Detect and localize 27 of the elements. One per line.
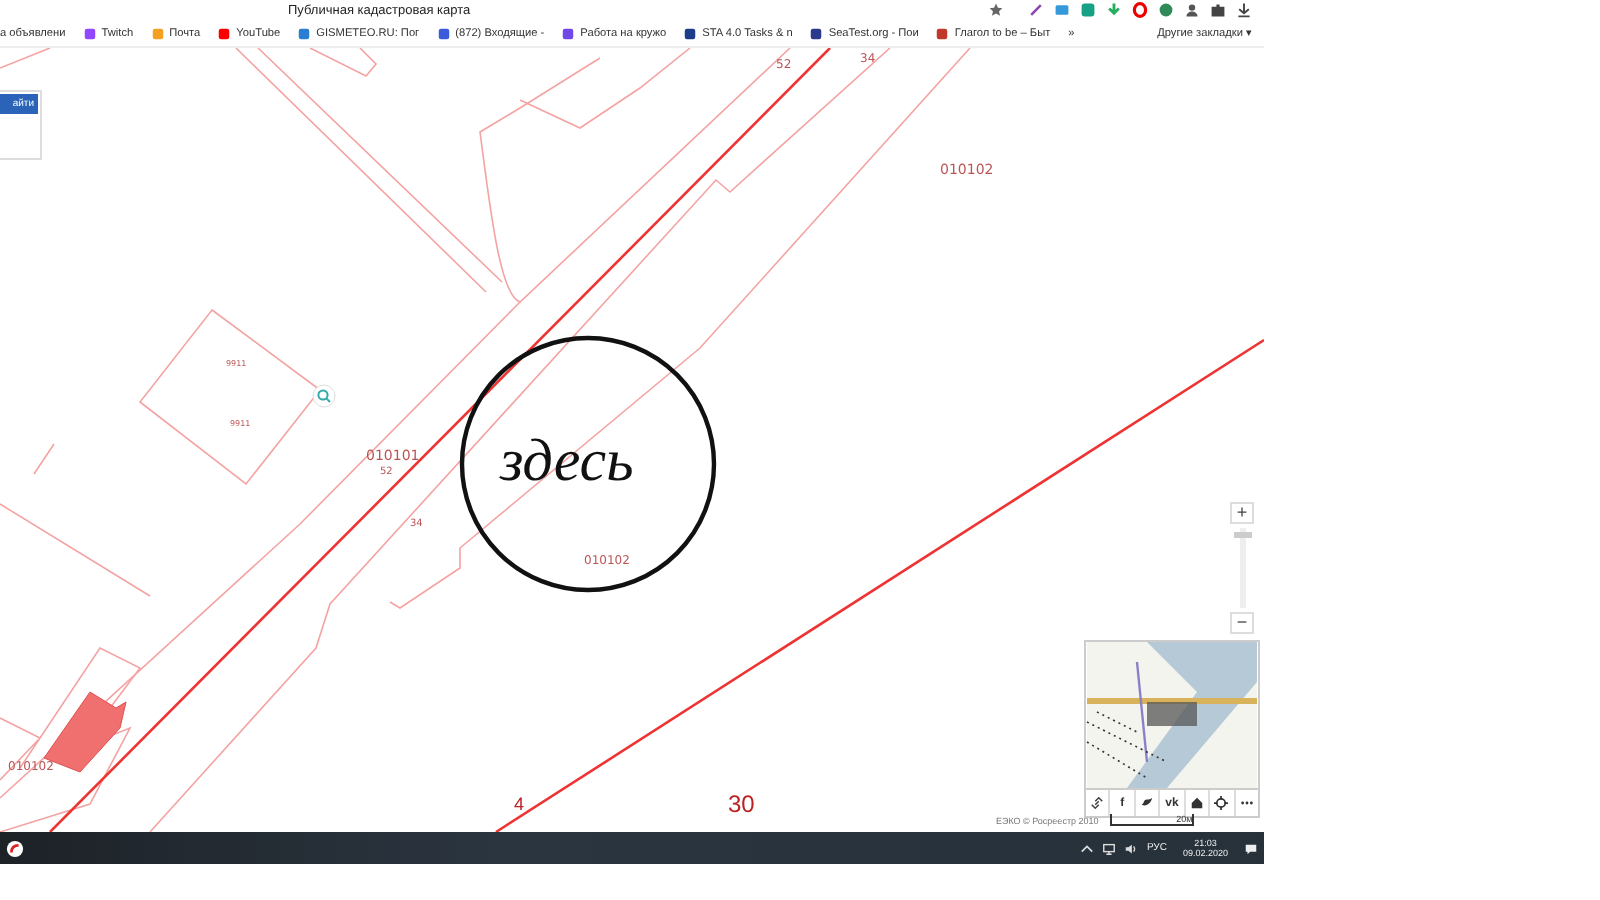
share-home-button[interactable] (1183, 790, 1209, 816)
share-bird-button[interactable] (1133, 790, 1159, 816)
person-icon[interactable] (1184, 2, 1200, 18)
download-icon[interactable] (1236, 2, 1252, 18)
notification-icon[interactable] (1244, 841, 1258, 855)
star-icon[interactable] (988, 2, 1004, 18)
map-label: 30 (728, 790, 755, 818)
home-icon (1189, 796, 1204, 810)
search-icon[interactable] (312, 384, 336, 408)
share-locate-button[interactable] (1208, 790, 1234, 816)
handwritten-note: здесь (500, 428, 634, 494)
zoom-out-button[interactable]: − (1230, 612, 1254, 634)
app-icon[interactable] (6, 839, 24, 857)
more-icon (1239, 796, 1254, 810)
pen-icon[interactable] (1028, 2, 1044, 18)
share-link-button[interactable] (1086, 790, 1109, 816)
share-more-button[interactable] (1233, 790, 1258, 816)
zoom-slider-handle[interactable] (1233, 531, 1251, 538)
link-icon (1090, 796, 1105, 810)
chevron-up-icon[interactable] (1080, 841, 1095, 855)
speaker-icon[interactable] (1124, 841, 1139, 855)
crosshair-icon (1214, 796, 1229, 810)
map-label: 4 (514, 794, 525, 814)
minimap-drawing[interactable] (1086, 642, 1258, 788)
bird-icon (1140, 796, 1155, 810)
download-arrow-icon[interactable] (1106, 2, 1122, 18)
zoom-in-button[interactable]: + (1230, 502, 1254, 524)
